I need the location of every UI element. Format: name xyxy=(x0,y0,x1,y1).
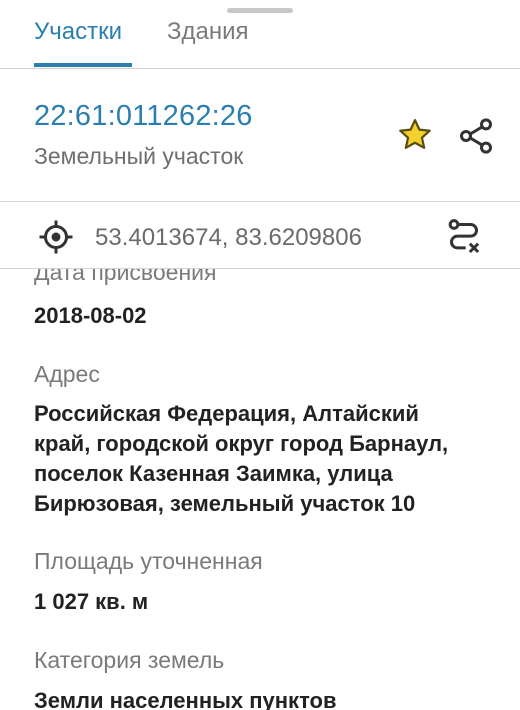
active-tab-indicator xyxy=(34,63,132,67)
object-type: Земельный участок xyxy=(34,143,244,169)
assignment-date-value: 2018-08-02 xyxy=(34,303,147,328)
address-label: Адрес xyxy=(34,361,100,387)
address-line: Российская Федерация, Алтайский xyxy=(34,401,419,426)
land-category-value: Земли населенных пунктов xyxy=(34,688,337,710)
coordinates-text[interactable]: 53.4013674, 83.6209806 xyxy=(95,224,362,252)
land-category-label: Категория земель xyxy=(34,647,225,673)
tab-bar: Участки Здания xyxy=(0,0,520,69)
area-label: Площадь уточненная xyxy=(34,548,263,574)
cadastral-number[interactable]: 22:61:011262:26 xyxy=(34,100,253,133)
assignment-date-label: Дата присвоения xyxy=(34,269,217,285)
address-line: край, городской округ город Барнаул, xyxy=(34,431,449,456)
address-line: поселок Казенная Заимка, улица xyxy=(34,461,393,486)
coordinates-bar: 53.4013674, 83.6209806 xyxy=(0,202,520,269)
address-value: Российская Федерация, Алтайский край, го… xyxy=(34,399,504,519)
address-line: Бирюзовая, земельный участок 10 xyxy=(34,491,416,516)
crosshair-icon[interactable] xyxy=(38,219,74,255)
area-value: 1 027 кв. м xyxy=(34,589,149,614)
parcel-header: 22:61:011262:26 Земельный участок xyxy=(0,69,520,202)
share-icon[interactable] xyxy=(456,116,496,156)
tab-buildings[interactable]: Здания xyxy=(167,18,249,46)
tab-parcels[interactable]: Участки xyxy=(34,18,122,46)
parcel-details[interactable]: Дата присвоения 2018-08-02 Адрес Российс… xyxy=(0,269,520,710)
star-icon[interactable] xyxy=(396,116,434,154)
route-clear-icon[interactable] xyxy=(444,217,484,257)
